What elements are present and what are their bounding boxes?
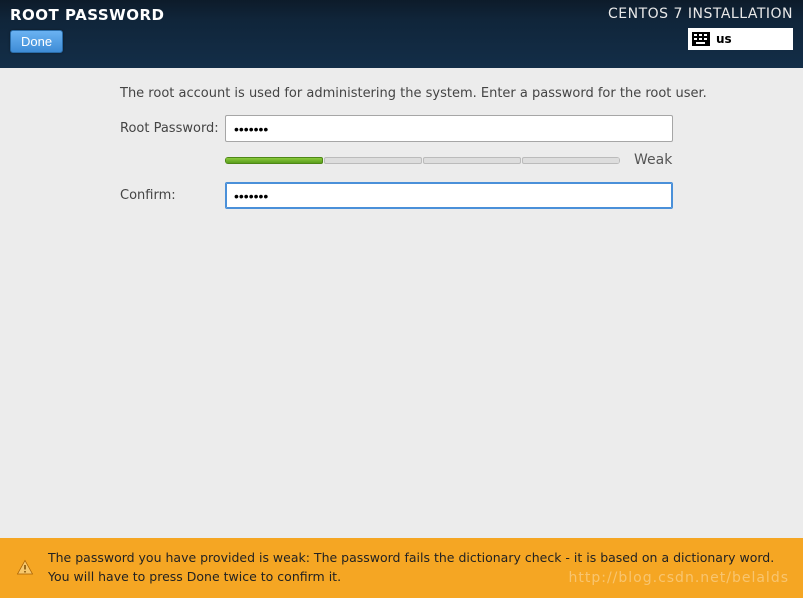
page-title: ROOT PASSWORD bbox=[10, 6, 164, 24]
strength-label: Weak bbox=[634, 152, 672, 168]
description-text: The root account is used for administeri… bbox=[120, 86, 743, 101]
strength-segment bbox=[522, 157, 620, 164]
strength-segment bbox=[423, 157, 521, 164]
done-button[interactable]: Done bbox=[10, 30, 63, 53]
warning-text: The password you have provided is weak: … bbox=[48, 549, 787, 587]
keyboard-layout-text: us bbox=[716, 32, 732, 46]
confirm-label: Confirm: bbox=[120, 188, 225, 203]
strength-row: Weak bbox=[225, 152, 743, 168]
keyboard-layout-selector[interactable]: us bbox=[688, 28, 793, 50]
root-password-label: Root Password: bbox=[120, 121, 225, 136]
warning-bar: The password you have provided is weak: … bbox=[0, 538, 803, 598]
strength-segment bbox=[225, 157, 323, 164]
header-right: CENTOS 7 INSTALLATION us bbox=[608, 6, 793, 62]
install-title: CENTOS 7 INSTALLATION bbox=[608, 6, 793, 22]
confirm-password-input[interactable] bbox=[225, 182, 673, 209]
root-password-input[interactable] bbox=[225, 115, 673, 142]
root-password-row: Root Password: bbox=[120, 115, 743, 142]
content-area: The root account is used for administeri… bbox=[0, 68, 803, 209]
header-left: ROOT PASSWORD Done bbox=[10, 6, 164, 62]
keyboard-icon bbox=[692, 32, 710, 46]
header-bar: ROOT PASSWORD Done CENTOS 7 INSTALLATION… bbox=[0, 0, 803, 68]
confirm-row: Confirm: bbox=[120, 182, 743, 209]
warning-icon bbox=[16, 559, 34, 577]
password-strength-meter bbox=[225, 157, 620, 164]
strength-segment bbox=[324, 157, 422, 164]
